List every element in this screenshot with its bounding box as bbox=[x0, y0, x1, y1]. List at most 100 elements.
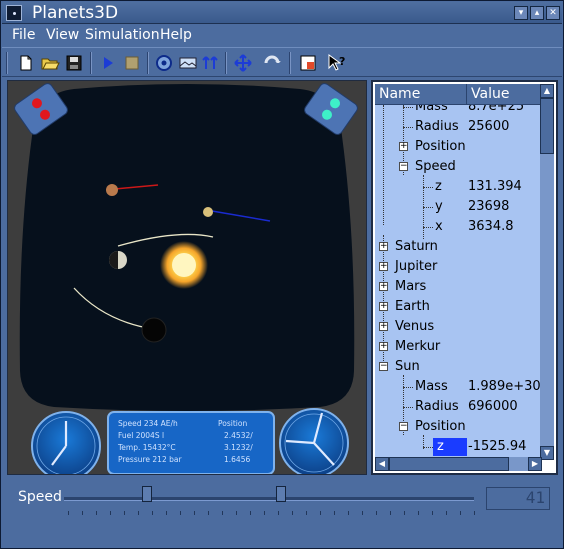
arrows-icon[interactable] bbox=[200, 53, 220, 73]
slider-tick bbox=[348, 511, 349, 515]
planet-earth[interactable] bbox=[141, 317, 167, 343]
tree-row-mars[interactable]: + Mars bbox=[375, 277, 542, 297]
toolbar-separator bbox=[90, 52, 92, 74]
landscape-view-icon[interactable] bbox=[178, 53, 198, 73]
tree-row-earth[interactable]: + Earth bbox=[375, 297, 542, 317]
tree-row[interactable]: Radius 25600 bbox=[375, 117, 542, 137]
move-icon[interactable] bbox=[233, 53, 253, 73]
slider-tick bbox=[278, 511, 279, 515]
maximize-icon[interactable]: ▴ bbox=[530, 6, 544, 20]
tree-row[interactable]: z 131.394 bbox=[375, 177, 542, 197]
scroll-thumb[interactable] bbox=[540, 98, 554, 154]
slider-tick bbox=[82, 511, 83, 515]
menu-view[interactable]: View bbox=[46, 27, 79, 43]
column-name-header[interactable]: Name bbox=[375, 84, 467, 105]
speed-control: Speed 41 bbox=[2, 477, 562, 547]
slider-tick bbox=[390, 511, 391, 515]
save-icon[interactable] bbox=[64, 53, 84, 73]
play-icon[interactable] bbox=[98, 53, 118, 73]
tree-row-name: Mass bbox=[415, 379, 448, 394]
cockpit-canvas[interactable]: Speed 234 AE/h Fuel 2004S l Temp. 15432°… bbox=[8, 81, 366, 481]
stop-icon[interactable] bbox=[122, 53, 142, 73]
speed-slider-handle[interactable] bbox=[276, 486, 286, 502]
tree-row-name: Speed bbox=[415, 159, 456, 174]
tree-row[interactable]: + Position bbox=[375, 137, 542, 157]
scroll-left-icon[interactable]: ◀ bbox=[375, 457, 389, 471]
left-clock-gauge bbox=[31, 411, 101, 481]
tree-row-sun[interactable]: − Sun bbox=[375, 357, 542, 377]
slider-tick bbox=[460, 511, 461, 515]
tree-row-saturn[interactable]: + Saturn bbox=[375, 237, 542, 257]
menu-file[interactable]: File bbox=[12, 27, 35, 43]
minimize-icon[interactable]: ▾ bbox=[514, 6, 528, 20]
tree-row[interactable]: Mass 1.989e+30 bbox=[375, 377, 542, 397]
slider-tick bbox=[250, 511, 251, 515]
property-tree[interactable]: Name Value Mass 8.7e+25 Radius 25600 + P… bbox=[371, 80, 558, 475]
speed-slider-track[interactable] bbox=[64, 497, 474, 501]
horizontal-scrollbar[interactable]: ◀ ▶ bbox=[375, 457, 542, 471]
hud-fuel: Fuel 2004S l bbox=[118, 431, 164, 440]
new-file-icon[interactable] bbox=[16, 53, 36, 73]
tree-row[interactable]: Radius 696000 bbox=[375, 397, 542, 417]
menu-simulation[interactable]: Simulation bbox=[85, 27, 160, 43]
main-window: Planets3D ▾ ▴ ✕ File View Simulation Hel… bbox=[0, 0, 564, 549]
tree-row[interactable]: y 23698 bbox=[375, 197, 542, 217]
slider-tick bbox=[68, 511, 69, 515]
tree-row-value: -1525.94 bbox=[468, 439, 527, 454]
collapse-icon[interactable]: − bbox=[399, 422, 408, 431]
menu-help[interactable]: Help bbox=[160, 27, 192, 43]
tree-row[interactable]: Mass 8.7e+25 bbox=[375, 105, 542, 117]
expand-icon[interactable]: + bbox=[379, 322, 388, 331]
slider-tick bbox=[334, 511, 335, 515]
tree-row[interactable]: x 3634.8 bbox=[375, 217, 542, 237]
tree-row[interactable]: − Position bbox=[375, 417, 542, 437]
speed-slider-handle[interactable] bbox=[142, 486, 152, 502]
collapse-icon[interactable]: − bbox=[379, 362, 388, 371]
tree-row-name: Radius bbox=[415, 119, 459, 134]
expand-icon[interactable]: + bbox=[379, 262, 388, 271]
slider-tick bbox=[166, 511, 167, 515]
tree-row-name: Earth bbox=[395, 299, 430, 314]
properties-icon[interactable] bbox=[298, 53, 318, 73]
slider-tick bbox=[362, 511, 363, 515]
app-icon[interactable] bbox=[6, 5, 22, 21]
expand-icon[interactable]: + bbox=[379, 242, 388, 251]
planet-mars[interactable] bbox=[106, 184, 118, 196]
scroll-right-icon[interactable]: ▶ bbox=[528, 457, 542, 471]
speed-value-display: 41 bbox=[486, 487, 550, 510]
tree-row-merkur[interactable]: + Merkur bbox=[375, 337, 542, 357]
tree-row-jupiter[interactable]: + Jupiter bbox=[375, 257, 542, 277]
scroll-thumb[interactable] bbox=[389, 457, 509, 471]
tree-row-name: z bbox=[437, 439, 444, 454]
tree-row-name: Position bbox=[415, 139, 466, 154]
hud-position-value: 3.1232/ bbox=[224, 443, 253, 452]
scroll-down-icon[interactable]: ▼ bbox=[540, 446, 554, 460]
orbit-view-icon[interactable] bbox=[154, 53, 174, 73]
tree-row-name: z bbox=[435, 179, 442, 194]
tree-header: Name Value bbox=[375, 84, 542, 105]
close-icon[interactable]: ✕ bbox=[546, 6, 560, 20]
hud-position-label: Position bbox=[218, 419, 247, 428]
vertical-scrollbar[interactable]: ▲ ▼ bbox=[540, 84, 554, 460]
toolbar-separator bbox=[147, 52, 149, 74]
expand-icon[interactable]: + bbox=[399, 142, 408, 151]
rotate-icon[interactable] bbox=[262, 53, 282, 73]
collapse-icon[interactable]: − bbox=[399, 162, 408, 171]
column-value-header[interactable]: Value bbox=[467, 84, 542, 105]
slider-tick bbox=[138, 511, 139, 515]
expand-icon[interactable]: + bbox=[379, 342, 388, 351]
expand-icon[interactable]: + bbox=[379, 282, 388, 291]
tree-row-venus[interactable]: + Venus bbox=[375, 317, 542, 337]
hud-speed: Speed 234 AE/h bbox=[118, 419, 178, 428]
whats-this-icon[interactable]: ? bbox=[326, 53, 346, 73]
title-bar[interactable]: Planets3D ▾ ▴ ✕ bbox=[2, 2, 562, 24]
expand-icon[interactable]: + bbox=[379, 302, 388, 311]
planet-saturn[interactable] bbox=[203, 207, 213, 217]
tree-row-selected[interactable]: z -1525.94 bbox=[375, 437, 542, 457]
slider-tick bbox=[96, 511, 97, 515]
tree-row[interactable]: − Speed bbox=[375, 157, 542, 177]
3d-view[interactable]: Speed 234 AE/h Fuel 2004S l Temp. 15432°… bbox=[7, 80, 367, 481]
scroll-up-icon[interactable]: ▲ bbox=[540, 84, 554, 98]
slider-tick bbox=[320, 511, 321, 515]
open-folder-icon[interactable] bbox=[40, 53, 60, 73]
